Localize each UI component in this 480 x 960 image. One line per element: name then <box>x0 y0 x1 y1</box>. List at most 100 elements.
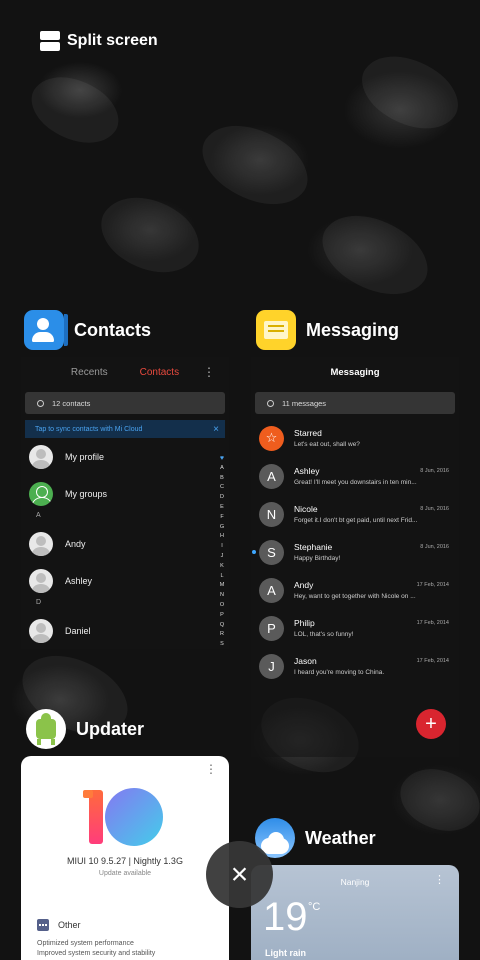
contact-row[interactable]: Ashley <box>21 562 229 599</box>
index-letter[interactable]: H <box>220 532 224 542</box>
updater-version: MIUI 10 9.5.27 | Nightly 1.3G <box>67 856 183 866</box>
contacts-app-label: Contacts <box>74 319 152 340</box>
weather-app-header[interactable]: Weather <box>255 818 376 858</box>
contact-row[interactable]: Daniel <box>21 612 229 649</box>
search-icon <box>267 399 274 407</box>
index-letter[interactable]: S <box>220 640 224 649</box>
message-thread-row[interactable]: A Ashley Great! I'll meet you downstairs i… <box>251 457 459 495</box>
weather-temperature: 19 <box>263 895 308 939</box>
index-letter[interactable]: G <box>220 523 224 533</box>
contact-name: My groups <box>65 488 108 499</box>
index-letter[interactable]: F <box>220 513 223 523</box>
avatar: J <box>259 653 284 679</box>
thread-preview: Forget it.I don't bt get paid, until nex… <box>294 517 418 524</box>
contact-row[interactable]: Andy <box>21 525 229 562</box>
release-note: Optimized system performance <box>37 940 134 947</box>
index-letter[interactable]: Q <box>220 621 224 631</box>
star-icon: ☆ <box>259 425 284 451</box>
weather-card[interactable]: Nanjing ⋮ 19 °C Light rain <box>251 865 459 960</box>
messaging-search[interactable]: 11 messages <box>255 392 455 414</box>
thread-name: Starred <box>294 428 322 438</box>
more-icon[interactable]: ⋮ <box>434 873 445 886</box>
keyboard-icon <box>37 919 49 931</box>
updater-app-label: Updater <box>76 718 145 739</box>
avatar: S <box>259 539 284 565</box>
weather-condition: Light rain <box>265 948 306 958</box>
thread-text: Starred Let's eat out, shall we? <box>294 428 459 448</box>
avatar: P <box>259 615 284 641</box>
tab-recents[interactable]: Recents <box>71 367 108 378</box>
avatar: A <box>259 577 284 603</box>
release-note: Improved system security and stability <box>37 950 156 957</box>
tab-contacts[interactable]: Contacts <box>140 367 179 378</box>
favorites-index-heart-icon[interactable]: ♥ <box>220 454 224 464</box>
contacts-card[interactable]: Recents Contacts ⋮ 12 contacts Tap to sy… <box>21 357 229 649</box>
avatar: N <box>259 501 284 527</box>
contacts-search-placeholder: 12 contacts <box>52 398 91 408</box>
contact-name: Andy <box>65 538 86 549</box>
message-thread-row[interactable]: N Nicole Forget it.I don't bt get paid, un… <box>251 495 459 533</box>
search-icon <box>37 399 44 407</box>
contact-name: Daniel <box>65 625 91 636</box>
index-letter[interactable]: E <box>220 503 224 513</box>
messaging-app-icon <box>256 310 296 350</box>
contact-name: Ashley <box>65 575 93 586</box>
alphabet-index[interactable]: ♥ A B C D E F G H I J K L M N O P Q R S <box>217 454 227 649</box>
message-thread-row[interactable]: A Andy Hey, want to get together with Nico… <box>251 571 459 609</box>
more-icon[interactable]: ⋮ <box>203 365 215 379</box>
message-thread-row[interactable]: J Jason I heard you're moving to China. 17 … <box>251 647 459 685</box>
message-thread-row[interactable]: ☆ Starred Let's eat out, shall we? <box>251 419 459 457</box>
contact-row-my-groups[interactable]: My groups <box>21 475 229 512</box>
thread-preview: I heard you're moving to China. <box>294 669 385 676</box>
message-thread-row[interactable]: S Stephanie Happy Birthday! 8 Jun, 2016 <box>251 533 459 571</box>
split-screen-icon <box>40 31 60 51</box>
index-letter[interactable]: N <box>220 591 224 601</box>
messaging-card[interactable]: Messaging 11 messages ☆ Starred Let's eat … <box>251 357 459 757</box>
message-thread-row[interactable]: P Philip LOL, that's so funny! 17 Feb, 2014 <box>251 609 459 647</box>
miui-10-logo <box>83 786 165 846</box>
index-letter[interactable]: J <box>221 552 224 562</box>
avatar: A <box>259 463 284 489</box>
updater-card[interactable]: ⋮ MIUI 10 9.5.27 | Nightly 1.3G Update a… <box>21 756 229 960</box>
new-message-button[interactable]: + <box>416 709 446 739</box>
index-letter[interactable]: K <box>220 562 224 572</box>
close-icon: × <box>230 857 249 891</box>
more-icon[interactable]: ⋮ <box>205 762 217 776</box>
messaging-title: Messaging <box>330 366 380 378</box>
avatar <box>29 618 53 643</box>
split-screen-button[interactable]: Split screen <box>40 31 158 51</box>
thread-preview: Great! I'll meet you downstairs in ten m… <box>294 479 417 486</box>
section-header-a: A <box>36 512 41 519</box>
section-header-d: D <box>36 599 42 606</box>
index-letter[interactable]: I <box>221 542 223 552</box>
close-all-button[interactable]: × <box>206 841 273 908</box>
weather-app-label: Weather <box>305 827 376 848</box>
contacts-app-header[interactable]: Contacts <box>24 310 151 350</box>
thread-preview: Let's eat out, shall we? <box>294 441 360 448</box>
avatar <box>29 444 53 469</box>
updater-status: Update available <box>98 870 152 877</box>
index-letter[interactable]: B <box>220 474 224 484</box>
mi-cloud-sync-banner[interactable]: Tap to sync contacts with Mi Cloud × <box>25 420 225 438</box>
weather-unit: °C <box>308 901 321 913</box>
thread-date: 8 Jun, 2016 <box>420 468 449 474</box>
index-letter[interactable]: O <box>220 601 224 611</box>
thread-date: 17 Feb, 2014 <box>416 582 449 588</box>
index-letter[interactable]: R <box>220 630 224 640</box>
updater-app-header[interactable]: Updater <box>26 709 144 749</box>
weather-city: Nanjing <box>340 877 370 887</box>
index-letter[interactable]: C <box>220 483 224 493</box>
index-letter[interactable]: L <box>220 572 223 582</box>
index-letter[interactable]: D <box>220 493 224 503</box>
messaging-app-header[interactable]: Messaging <box>256 310 399 350</box>
contacts-search[interactable]: 12 contacts <box>25 392 225 414</box>
index-letter[interactable]: P <box>220 611 224 621</box>
index-letter[interactable]: A <box>220 464 224 474</box>
thread-preview: Hey, want to get together with Nicole on… <box>294 593 416 600</box>
updater-section-other: Other <box>37 919 81 931</box>
close-icon[interactable]: × <box>213 424 219 435</box>
index-letter[interactable]: M <box>220 581 225 591</box>
avatar <box>29 568 53 593</box>
thread-preview: Happy Birthday! <box>294 555 341 562</box>
contact-row-my-profile[interactable]: My profile <box>21 438 229 475</box>
